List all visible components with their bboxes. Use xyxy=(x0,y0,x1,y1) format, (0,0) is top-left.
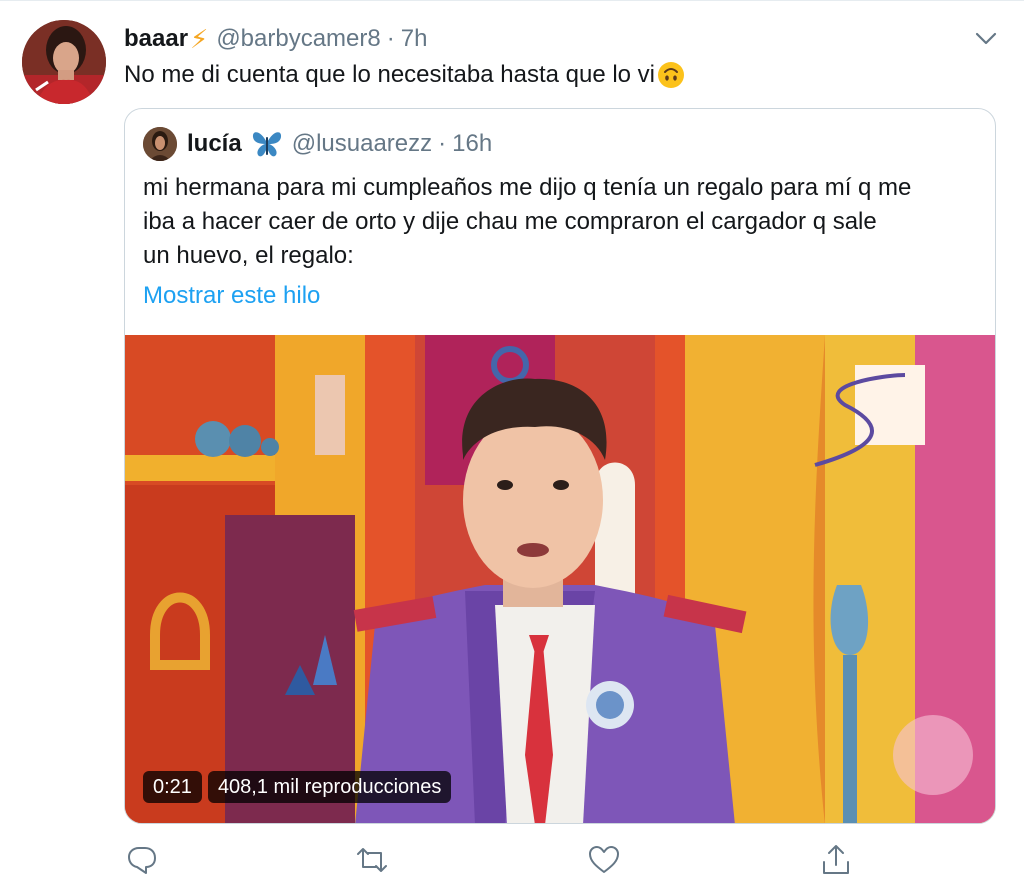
quoted-text-line: iba a hacer caer de orto y dije chau me … xyxy=(143,208,877,235)
quoted-tweet-time[interactable]: 16h xyxy=(452,130,492,158)
quoted-author-name[interactable]: lucía xyxy=(187,130,242,158)
quoted-text-line: un huevo, el regalo: xyxy=(143,242,354,269)
reply-icon[interactable] xyxy=(124,842,160,878)
tweet-text: No me di cuenta que lo necesitaba hasta … xyxy=(124,61,656,88)
tweet-actions xyxy=(124,842,884,878)
video-duration: 0:21 xyxy=(143,771,202,803)
upside-down-face-icon xyxy=(657,61,685,89)
separator: · xyxy=(438,130,447,157)
quoted-author-avatar[interactable] xyxy=(143,127,177,161)
video-player[interactable]: 0:21 408,1 mil reproducciones xyxy=(125,335,995,823)
tweet-time[interactable]: 7h xyxy=(401,25,428,53)
show-thread-link[interactable]: Mostrar este hilo xyxy=(143,279,320,313)
author-handle[interactable]: @barbycamer8 xyxy=(216,25,380,53)
quoted-tweet-header: lucía @lusuaarezz · 16h xyxy=(187,127,492,161)
retweet-icon[interactable] xyxy=(354,842,390,878)
author-avatar[interactable] xyxy=(22,20,106,104)
separator: · xyxy=(386,25,395,52)
top-divider xyxy=(0,0,1024,1)
video-views: 408,1 mil reproducciones xyxy=(207,771,452,803)
tweet-header: baaar ⚡ @barbycamer8 · 7h xyxy=(124,22,427,56)
quoted-tweet-card[interactable]: lucía @lusuaarezz · 16h mi hermana para … xyxy=(124,108,996,824)
tweet-text-row: No me di cuenta que lo necesitaba hasta … xyxy=(124,58,685,92)
quoted-tweet-text: mi hermana para mi cumpleaños me dijo q … xyxy=(143,171,993,273)
heart-icon[interactable] xyxy=(586,842,622,878)
quoted-text-line: mi hermana para mi cumpleaños me dijo q … xyxy=(143,174,912,201)
video-frame xyxy=(125,335,995,823)
quoted-author-handle[interactable]: @lusuaarezz xyxy=(292,130,432,158)
butterfly-icon xyxy=(250,129,284,159)
chevron-down-icon[interactable] xyxy=(972,24,1000,52)
share-icon[interactable] xyxy=(818,842,854,878)
lightning-icon: ⚡ xyxy=(190,23,209,54)
author-name[interactable]: baaar xyxy=(124,25,188,53)
video-overlay: 0:21 408,1 mil reproducciones xyxy=(143,771,452,803)
